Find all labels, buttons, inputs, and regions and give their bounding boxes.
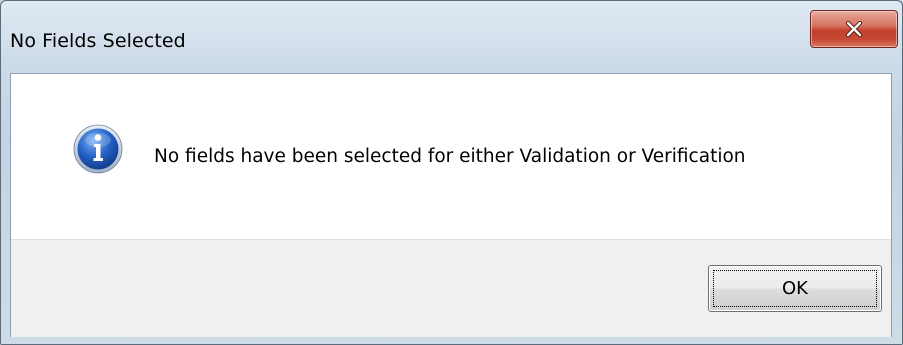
dialog-message: No fields have been selected for either … (154, 146, 746, 167)
ok-button-label: OK (782, 278, 808, 299)
ok-button[interactable]: OK (708, 265, 882, 312)
dialog-window: No Fields Selected No fields have been s… (0, 0, 903, 345)
info-icon (73, 124, 123, 174)
close-button[interactable] (810, 10, 898, 48)
dialog-content: No fields have been selected for either … (10, 73, 892, 337)
dialog-title: No Fields Selected (10, 30, 186, 52)
background-window-ghost (506, 15, 510, 30)
close-icon (845, 21, 863, 37)
dialog-footer: OK (11, 239, 891, 337)
